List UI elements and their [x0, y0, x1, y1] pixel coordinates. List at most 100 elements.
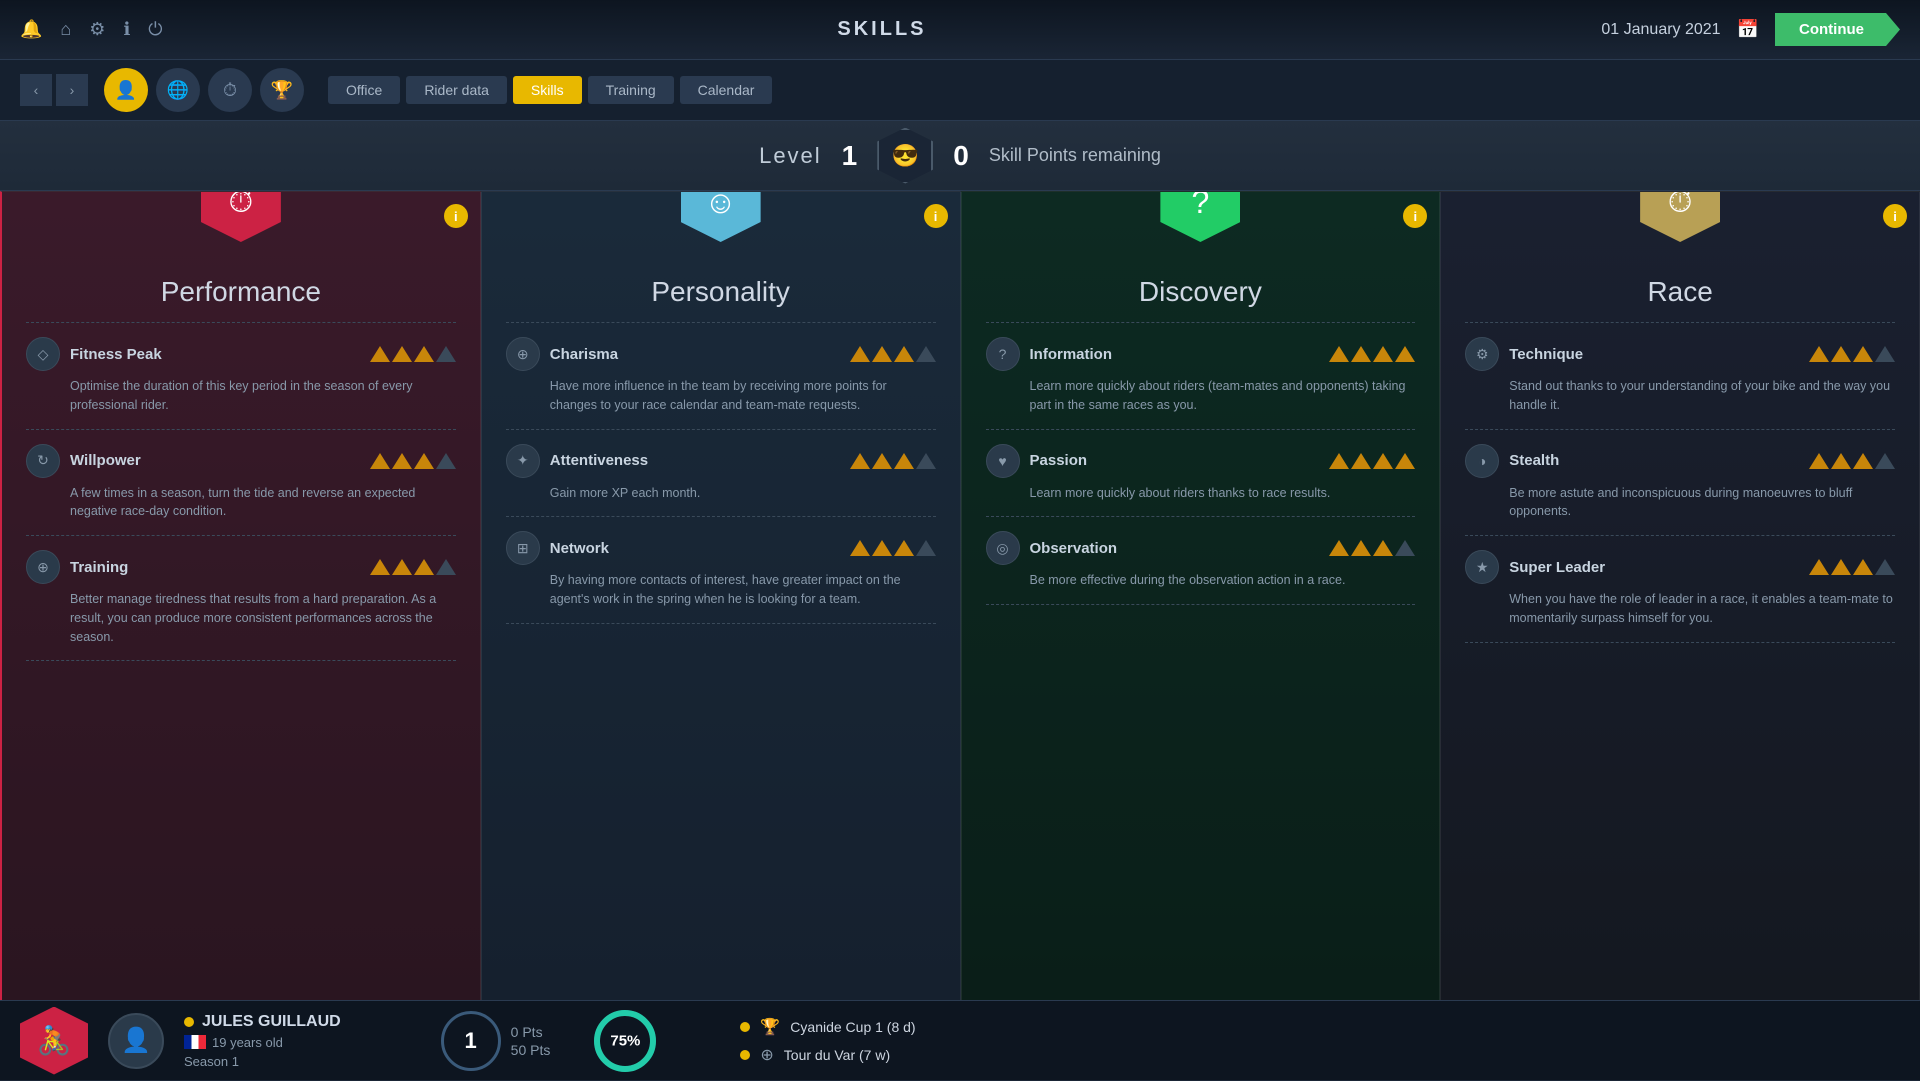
charisma-icon: ⊕ — [506, 337, 540, 371]
tri — [1395, 453, 1415, 469]
tri — [894, 453, 914, 469]
pts-total: 50 Pts — [511, 1042, 551, 1058]
charisma-triangles — [850, 346, 936, 362]
race-item-2: ⊕ Tour du Var (7 w) — [740, 1045, 915, 1065]
race-hex-icon: ⏱ — [1640, 191, 1720, 242]
nav-rider-icon[interactable]: 👤 — [104, 68, 148, 112]
technique-name: Technique — [1509, 346, 1799, 363]
power-icon[interactable]: ⏻ — [148, 19, 162, 40]
information-name: Information — [1030, 346, 1320, 363]
discovery-title: Discovery — [986, 276, 1416, 308]
rider-status-dot — [184, 1017, 194, 1027]
performance-title: Performance — [26, 276, 456, 308]
races-info: 🏆 Cyanide Cup 1 (8 d) ⊕ Tour du Var (7 w… — [740, 1017, 915, 1065]
nav-clock-icon[interactable]: ⏱ — [208, 68, 252, 112]
tab-training[interactable]: Training — [588, 76, 674, 104]
willpower-name: Willpower — [70, 452, 360, 469]
observation-triangles — [1329, 540, 1415, 556]
passion-name: Passion — [1030, 452, 1320, 469]
stealth-triangles — [1809, 453, 1895, 469]
tri — [894, 540, 914, 556]
tri — [1329, 540, 1349, 556]
passion-icon: ♥ — [986, 444, 1020, 478]
rider-season: Season 1 — [184, 1054, 341, 1069]
tri — [1809, 346, 1829, 362]
stealth-item: ◑ Stealth Be more astute and inconspicuo… — [1465, 444, 1895, 522]
attentiveness-name: Attentiveness — [550, 452, 840, 469]
nav-globe-icon[interactable]: 🌐 — [156, 68, 200, 112]
continue-button[interactable]: Continue — [1775, 13, 1900, 46]
tri — [1831, 346, 1851, 362]
race-label-1: Cyanide Cup 1 (8 d) — [790, 1019, 915, 1035]
tab-skills[interactable]: Skills — [513, 76, 582, 104]
passion-item: ♥ Passion Learn more quickly about rider… — [986, 444, 1416, 503]
tri — [392, 346, 412, 362]
gear-icon[interactable]: ⚙ — [89, 19, 105, 40]
tab-office[interactable]: Office — [328, 76, 400, 104]
nav-icons: 👤 🌐 ⏱ 🏆 — [104, 68, 304, 112]
technique-icon: ⚙ — [1465, 337, 1499, 371]
technique-triangles — [1809, 346, 1895, 362]
willpower-triangles — [370, 453, 456, 469]
tri — [1373, 540, 1393, 556]
charisma-item: ⊕ Charisma Have more influence in the te… — [506, 337, 936, 415]
tab-rider-data[interactable]: Rider data — [406, 76, 507, 104]
fitness-peak-desc: Optimise the duration of this key period… — [70, 377, 456, 415]
technique-item: ⚙ Technique Stand out thanks to your und… — [1465, 337, 1895, 415]
tri — [1853, 559, 1873, 575]
performance-hex-icon: ⏱ — [201, 191, 281, 242]
observation-name: Observation — [1030, 540, 1320, 557]
race-label-2: Tour du Var (7 w) — [784, 1047, 890, 1063]
nav-back-button[interactable]: ‹ — [20, 74, 52, 106]
stealth-desc: Be more astute and inconspicuous during … — [1509, 484, 1895, 522]
tri — [1351, 453, 1371, 469]
page-title: SKILLS — [837, 18, 926, 41]
tri — [872, 346, 892, 362]
tab-buttons: Office Rider data Skills Training Calend… — [328, 76, 772, 104]
tri — [392, 559, 412, 575]
tri — [414, 453, 434, 469]
calendar-icon[interactable]: 📅 — [1737, 19, 1759, 40]
information-triangles — [1329, 346, 1415, 362]
tri — [370, 453, 390, 469]
tri — [1853, 453, 1873, 469]
tri — [1809, 559, 1829, 575]
date-display: 01 January 2021 — [1601, 21, 1720, 39]
personality-card: ☺ i Personality ⊕ Charisma Have more inf… — [481, 191, 961, 1005]
personality-info-button[interactable]: i — [924, 204, 948, 228]
home-icon[interactable]: ⌂ — [60, 19, 71, 40]
passion-triangles — [1329, 453, 1415, 469]
tri — [1831, 559, 1851, 575]
top-icons: 🔔 ⌂ ⚙ ℹ ⏻ — [20, 19, 163, 40]
super-leader-triangles — [1809, 559, 1895, 575]
tri — [850, 453, 870, 469]
top-right: 01 January 2021 📅 Continue — [1601, 13, 1900, 46]
passion-desc: Learn more quickly about riders thanks t… — [1030, 484, 1416, 503]
race-title: Race — [1465, 276, 1895, 308]
bell-icon[interactable]: 🔔 — [20, 19, 42, 40]
discovery-hex-icon: ? — [1160, 191, 1240, 242]
tri — [370, 346, 390, 362]
attentiveness-item: ✦ Attentiveness Gain more XP each month. — [506, 444, 936, 503]
race-card: ⏱ i Race ⚙ Technique Stand out thanks to… — [1440, 191, 1920, 1005]
performance-info-button[interactable]: i — [444, 204, 468, 228]
rider-hex-avatar: 🚴 — [20, 1007, 88, 1075]
nav-forward-button[interactable]: › — [56, 74, 88, 106]
network-triangles — [850, 540, 936, 556]
tri-empty — [436, 559, 456, 575]
top-bar: 🔔 ⌂ ⚙ ℹ ⏻ SKILLS 01 January 2021 📅 Conti… — [0, 0, 1920, 60]
rider-name: JULES GUILLAUD — [184, 1013, 341, 1031]
tri — [1831, 453, 1851, 469]
race-info-button[interactable]: i — [1883, 204, 1907, 228]
nav-trophy-icon[interactable]: 🏆 — [260, 68, 304, 112]
info-icon[interactable]: ℹ — [123, 19, 130, 40]
tri-empty — [436, 453, 456, 469]
training-desc: Better manage tiredness that results fro… — [70, 590, 456, 646]
tab-calendar[interactable]: Calendar — [680, 76, 773, 104]
tri-empty — [1875, 559, 1895, 575]
tri-empty — [916, 346, 936, 362]
discovery-info-button[interactable]: i — [1403, 204, 1427, 228]
fitness-peak-item: ◇ Fitness Peak Optimise the duration of … — [26, 337, 456, 415]
personality-title: Personality — [506, 276, 936, 308]
rider-info: JULES GUILLAUD 19 years old Season 1 — [184, 1013, 341, 1069]
